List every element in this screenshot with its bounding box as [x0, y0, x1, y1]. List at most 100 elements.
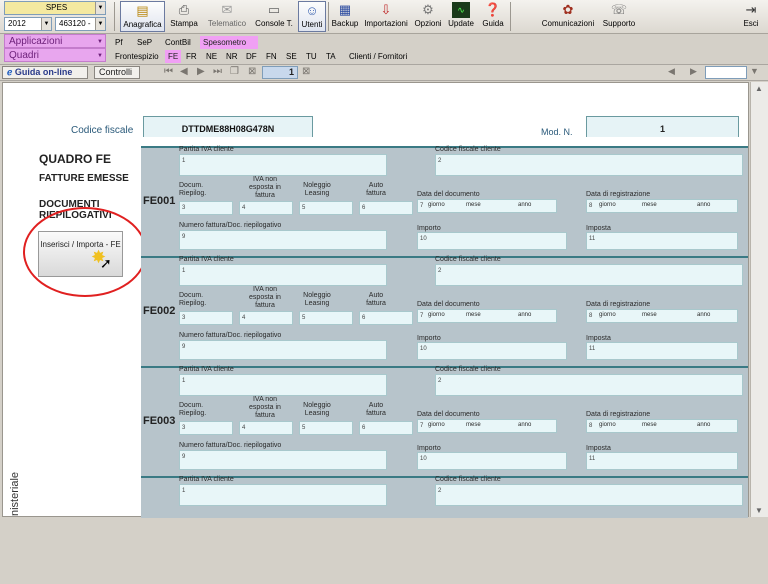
codice-fiscale-field[interactable]: DTTDME88H08G478N	[143, 116, 313, 137]
imposta-field[interactable]: 11	[586, 232, 738, 250]
clear-icon[interactable]: ⊠	[302, 66, 310, 77]
telematico-button[interactable]: ✉ Telematico	[204, 1, 250, 32]
tab-fr[interactable]: FR	[183, 50, 200, 63]
utenti-button[interactable]: ☺ Utenti	[298, 1, 326, 32]
guida-button[interactable]: ❓ Guida	[479, 1, 507, 32]
iva-non-esposta-field[interactable]: 4	[239, 311, 293, 325]
comunicazioni-button[interactable]: ✿ Comunicazioni	[540, 1, 596, 32]
numero-fattura-field[interactable]: 9	[179, 340, 387, 360]
tab-fn[interactable]: FN	[263, 50, 280, 63]
noleggio-field[interactable]: 5	[299, 311, 353, 325]
data-documento-field[interactable]: 7 giorno mese anno	[417, 309, 557, 323]
anno-label: anno	[697, 312, 711, 318]
iva-non-esposta-field[interactable]: 4	[239, 421, 293, 435]
giorno-label: giorno	[599, 422, 616, 428]
controlli-button[interactable]: Controlli	[94, 66, 140, 79]
client-code-select[interactable]: 463120 - ▼	[55, 17, 106, 31]
cf-field[interactable]: 2	[435, 264, 743, 286]
doc-riep-field[interactable]: 3	[179, 311, 233, 325]
applicazioni-select[interactable]: Applicazioni ▼	[4, 34, 106, 48]
data-documento-field[interactable]: 7 giorno mese anno	[417, 199, 557, 213]
update-button[interactable]: ∿ Update	[446, 1, 476, 32]
giorno-label: giorno	[428, 422, 445, 428]
cf-label: Codice fiscale cliente	[435, 146, 501, 153]
module-select[interactable]: SPES ▼	[4, 1, 106, 15]
piva-field[interactable]: 1	[179, 374, 387, 396]
data-documento-field[interactable]: 7 giorno mese anno	[417, 419, 557, 433]
stampa-button[interactable]: ⎙ Stampa	[167, 1, 201, 32]
last-page-icon[interactable]: ⏭	[213, 66, 222, 77]
data-registrazione-field[interactable]: 8 giorno mese anno	[586, 309, 738, 323]
opzioni-button[interactable]: ⚙ Opzioni	[413, 1, 443, 32]
scroll-left-icon[interactable]: ◀	[668, 66, 675, 77]
tab-clienti-fornitori[interactable]: Clienti / Fornitori	[346, 50, 410, 63]
piva-field[interactable]: 1	[179, 154, 387, 176]
tab-df[interactable]: DF	[243, 50, 260, 63]
noleggio-field[interactable]: 5	[299, 421, 353, 435]
dropdown-icon[interactable]: ▼	[750, 66, 759, 76]
tab-se[interactable]: SE	[283, 50, 300, 63]
autofattura-field[interactable]: 6	[359, 201, 413, 215]
delete-page-icon[interactable]: ⊠	[248, 66, 256, 77]
noleggio-field[interactable]: 5	[299, 201, 353, 215]
cf-field[interactable]: 2	[435, 374, 743, 396]
importo-field[interactable]: 10	[417, 452, 567, 470]
piva-label: Partita IVA cliente	[179, 256, 234, 263]
client-code-value: 463120 -	[59, 19, 91, 28]
autofattura-field[interactable]: 6	[359, 311, 413, 325]
data-registrazione-field[interactable]: 8 giorno mese anno	[586, 419, 738, 433]
importazioni-button[interactable]: ⇩ Importazioni	[362, 1, 410, 32]
anagrafica-button[interactable]: ▤ Anagrafica	[120, 1, 165, 32]
tab-spesometro[interactable]: Spesometro	[200, 36, 258, 49]
tab-ta[interactable]: TA	[323, 50, 339, 63]
iva-non-esposta-field[interactable]: 4	[239, 201, 293, 215]
data-registrazione-label: Data di registrazione	[586, 411, 651, 418]
year-select[interactable]: 2012 ▼	[4, 17, 52, 31]
vertical-scrollbar[interactable]: ▲ ▼	[750, 82, 768, 517]
esci-button[interactable]: ⇥ Esci	[740, 1, 762, 32]
chevron-down-icon: ▼	[97, 53, 103, 59]
quadri-select[interactable]: Quadri ▼	[4, 48, 106, 62]
utenti-label: Utenti	[301, 20, 323, 29]
scroll-down-icon[interactable]: ▼	[755, 506, 763, 515]
iva-non-esposta-label: IVA non esposta in fattura	[249, 176, 281, 199]
search-field[interactable]	[705, 66, 747, 79]
supporto-button[interactable]: ☏ Supporto	[600, 1, 638, 32]
doc-riep-field[interactable]: 3	[179, 201, 233, 215]
numero-fattura-field[interactable]: 9	[179, 450, 387, 470]
guida-online-button[interactable]: ℯ Guida on-line	[2, 66, 88, 79]
tab-nr[interactable]: NR	[223, 50, 241, 63]
scroll-up-icon[interactable]: ▲	[755, 84, 763, 93]
backup-button[interactable]: ▦ Backup	[331, 1, 359, 32]
tab-sep[interactable]: SeP	[134, 36, 155, 49]
importo-field[interactable]: 10	[417, 232, 567, 250]
tab-frontespizio[interactable]: Frontespizio	[112, 50, 162, 63]
autofattura-field[interactable]: 6	[359, 421, 413, 435]
tab-contbil[interactable]: ContBil	[162, 36, 194, 49]
doc-riep-field[interactable]: 3	[179, 421, 233, 435]
cf-field[interactable]: 2	[435, 484, 743, 506]
page-number-field[interactable]: 1	[262, 66, 298, 79]
imposta-field[interactable]: 11	[586, 342, 738, 360]
numero-fattura-field[interactable]: 9	[179, 230, 387, 250]
prev-page-icon[interactable]: ◀	[180, 66, 188, 77]
tab-pf[interactable]: Pf	[112, 36, 126, 49]
first-page-icon[interactable]: ⏮	[164, 66, 173, 77]
scroll-right-icon[interactable]: ▶	[690, 66, 697, 77]
quadri-label: Quadri	[9, 50, 40, 61]
data-registrazione-field[interactable]: 8 giorno mese anno	[586, 199, 738, 213]
copy-page-icon[interactable]: ❐	[230, 66, 239, 77]
cf-field[interactable]: 2	[435, 154, 743, 176]
piva-field[interactable]: 1	[179, 484, 387, 506]
next-page-icon[interactable]: ▶	[197, 66, 205, 77]
tab-fe[interactable]: FE	[165, 50, 182, 63]
tab-tu[interactable]: TU	[303, 50, 320, 63]
mod-number-field[interactable]: 1	[586, 116, 739, 137]
piva-field[interactable]: 1	[179, 264, 387, 286]
importo-field[interactable]: 10	[417, 342, 567, 360]
giorno-label: giorno	[599, 202, 616, 208]
imposta-field[interactable]: 11	[586, 452, 738, 470]
tab-ne[interactable]: NE	[203, 50, 220, 63]
cf-label: Codice fiscale cliente	[435, 256, 501, 263]
console-button[interactable]: ▭ Console T.	[252, 1, 296, 32]
